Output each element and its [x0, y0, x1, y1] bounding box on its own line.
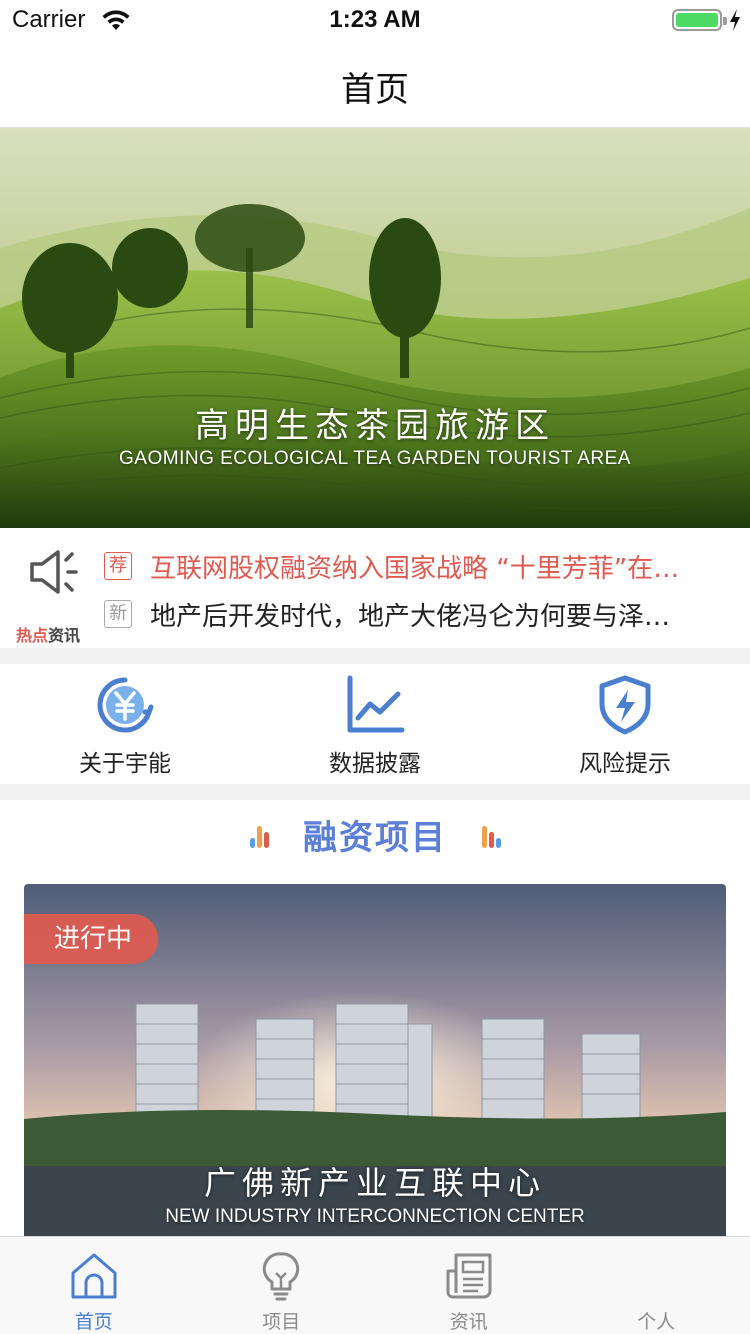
project-card[interactable]: 进行中 广佛新产业互联中心 NEW INDUSTRY INTERCONNECTI… — [24, 884, 726, 1244]
project-title: 广佛新产业互联中心 — [203, 1164, 546, 1202]
hot-news-label: 热点资讯 — [16, 626, 81, 645]
nav-bar: 首页 — [0, 40, 750, 128]
news-headline[interactable]: 地产后开发时代，地产大佬冯仑为何要与泽… — [150, 596, 734, 633]
bar-decoration-icon — [249, 825, 269, 848]
new-tag: 新 — [104, 600, 132, 628]
tab-news[interactable]: 资讯 — [375, 1237, 563, 1334]
news-headline[interactable]: 互联网股权融资纳入国家战略 “十里芳菲”在… — [150, 548, 734, 585]
tab-home[interactable]: 首页 — [0, 1237, 188, 1334]
financing-projects-section: 融资项目 进行中 广佛新产业互联中心 NEW INDUSTRY INTERCON… — [0, 800, 750, 1244]
section-header: 融资项目 — [0, 810, 750, 858]
yuan-refresh-icon — [97, 677, 154, 733]
banner-title: 高明生态茶园旅游区 — [195, 406, 555, 446]
battery-icon — [672, 9, 727, 31]
banner-subtitle: GAOMING ECOLOGICAL TEA GARDEN TOURIST AR… — [119, 448, 631, 469]
quick-entry-label: 风险提示 — [579, 751, 671, 777]
megaphone-icon — [30, 550, 78, 594]
project-status-badge: 进行中 — [24, 914, 159, 964]
quick-entry-label: 数据披露 — [329, 751, 421, 777]
news-item[interactable]: 荐 互联网股权融资纳入国家战略 “十里芳菲”在… — [104, 546, 734, 586]
charging-icon — [730, 9, 740, 31]
recommended-tag: 荐 — [104, 552, 132, 580]
news-item[interactable]: 新 地产后开发时代，地产大佬冯仑为何要与泽… — [104, 594, 734, 634]
tab-label: 首页 — [74, 1311, 113, 1333]
quick-entry-data[interactable]: 数据披露 — [250, 664, 500, 784]
status-bar: Carrier 1:23 AM — [0, 0, 750, 40]
quick-entry-label: 关于宇能 — [79, 751, 171, 777]
hot-news-badge: 热点资讯 — [10, 546, 96, 645]
tab-label: 项目 — [262, 1311, 301, 1333]
line-chart-icon — [347, 675, 405, 733]
quick-entry-risk[interactable]: 风险提示 — [500, 664, 750, 784]
tab-bar: 首页 项目 资讯 个人 — [0, 1236, 750, 1334]
tab-projects[interactable]: 项目 — [188, 1237, 376, 1334]
quick-entry-about[interactable]: 关于宇能 — [0, 664, 250, 784]
home-icon — [71, 1253, 117, 1299]
bar-decoration-icon — [482, 825, 502, 848]
newspaper-icon — [446, 1253, 492, 1299]
hot-news-ticker[interactable]: 热点资讯 荐 互联网股权融资纳入国家战略 “十里芳菲”在… 新 地产后开发时代，… — [0, 528, 750, 648]
clock: 1:23 AM — [329, 6, 421, 33]
section-title: 融资项目 — [303, 818, 447, 858]
page-title: 首页 — [341, 70, 409, 110]
tab-label: 个人 — [637, 1311, 676, 1333]
person-icon — [631, 1251, 681, 1301]
quick-entries: 关于宇能 数据披露 风险提示 — [0, 664, 750, 784]
shield-lightning-icon — [599, 675, 651, 735]
tab-label: 资讯 — [449, 1311, 488, 1333]
project-subtitle: NEW INDUSTRY INTERCONNECTION CENTER — [165, 1206, 585, 1227]
lightbulb-icon — [263, 1252, 300, 1301]
tab-profile[interactable]: 个人 — [563, 1237, 750, 1334]
